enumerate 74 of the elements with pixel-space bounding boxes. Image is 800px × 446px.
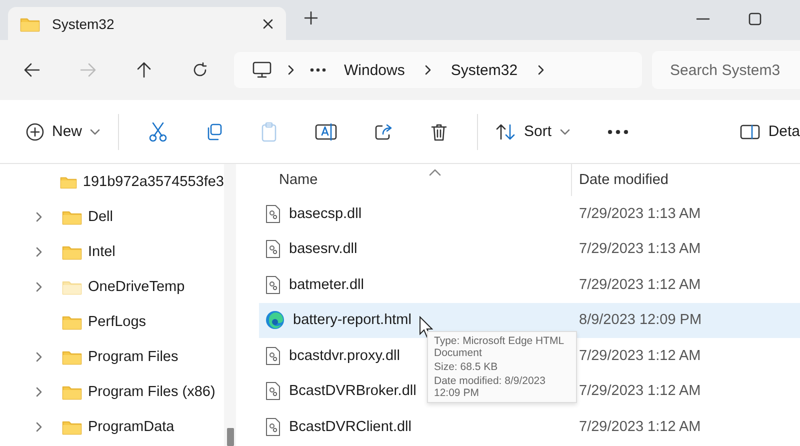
date-cell-text: 7/29/2023 1:13 AM bbox=[578, 206, 701, 222]
copy-icon[interactable] bbox=[205, 122, 224, 140]
date-cell-text: 7/29/2023 1:13 AM bbox=[578, 241, 701, 258]
sort-button[interactable]: Sort bbox=[494, 116, 572, 146]
date-cell-text: 8/9/2023 12:09 PM bbox=[578, 312, 702, 328]
folder-item[interactable]: Program Files bbox=[88, 348, 178, 364]
new-button[interactable]: New bbox=[24, 116, 102, 146]
gear-file-icon bbox=[265, 274, 281, 295]
plus-circle-icon bbox=[26, 122, 44, 140]
column-header[interactable]: Date modified bbox=[579, 172, 668, 188]
window-tab[interactable]: System32 bbox=[8, 7, 286, 40]
folder-item[interactable]: 191b972a3574553fe3 bbox=[82, 174, 224, 190]
sort-caret-icon bbox=[429, 169, 441, 176]
caret-icon bbox=[560, 128, 570, 134]
computer-icon bbox=[252, 61, 272, 79]
folder-item[interactable]: PerfLogs bbox=[88, 314, 146, 330]
more-icon[interactable] bbox=[310, 68, 326, 72]
trash-icon[interactable] bbox=[431, 122, 448, 140]
folder-item[interactable]: OneDriveTemp bbox=[88, 278, 185, 294]
details-pane-icon bbox=[740, 124, 760, 140]
chevron-icon bbox=[286, 64, 296, 76]
folder-icon bbox=[20, 16, 40, 32]
tooltip-text: Size: 68.5 KB bbox=[434, 361, 499, 374]
address-bar[interactable]: Windows System32 bbox=[234, 52, 642, 88]
caret-icon bbox=[90, 128, 100, 134]
date-cell-text: 7/29/2023 1:12 AM bbox=[578, 418, 701, 435]
column-header[interactable]: Name bbox=[279, 172, 318, 188]
tooltip-text: Type: Microsoft Edge HTML Document bbox=[434, 335, 565, 360]
gear-file-icon bbox=[265, 346, 281, 366]
chevron-icon[interactable] bbox=[34, 280, 44, 292]
maximize-icon[interactable] bbox=[748, 12, 762, 26]
more-icon[interactable] bbox=[608, 130, 628, 134]
file-name: BcastDVRClient.dll bbox=[289, 418, 412, 435]
scissors-icon[interactable] bbox=[149, 122, 168, 142]
chevron-icon[interactable] bbox=[34, 350, 44, 362]
file-name: BcastDVRBroker.dll bbox=[289, 383, 416, 400]
scrollbar-thumb[interactable] bbox=[226, 428, 234, 446]
back-arrow-icon[interactable] bbox=[24, 62, 40, 78]
file-name: basecsp.dll bbox=[289, 206, 362, 222]
gear-file-icon bbox=[265, 381, 281, 402]
date-cell-text: 7/29/2023 1:12 AM bbox=[578, 383, 701, 400]
folder-item[interactable]: Intel bbox=[88, 244, 116, 260]
selected-file-row[interactable]: battery-report.html 8/9/2023 12:09 PM bbox=[259, 302, 800, 338]
chevron-icon[interactable] bbox=[34, 246, 44, 258]
chevron-icon[interactable] bbox=[34, 420, 44, 432]
share-icon[interactable] bbox=[375, 122, 394, 140]
close-icon[interactable] bbox=[262, 18, 274, 30]
gear-file-icon bbox=[265, 416, 281, 437]
details-pane-button[interactable]: Deta bbox=[738, 117, 800, 146]
date-cell-text: 7/29/2023 1:12 AM bbox=[578, 348, 701, 364]
date-cell-text: 7/29/2023 1:12 AM bbox=[578, 276, 701, 293]
search-field[interactable]: Search System3 bbox=[652, 51, 800, 89]
folder-item[interactable]: Dell bbox=[88, 208, 113, 224]
file-name: batmeter.dll bbox=[289, 276, 364, 293]
chevron-icon[interactable] bbox=[34, 386, 44, 398]
rename-icon[interactable] bbox=[315, 122, 338, 140]
up-arrow-icon[interactable] bbox=[136, 62, 152, 78]
folder-item[interactable]: ProgramData bbox=[88, 418, 174, 434]
chevron-icon bbox=[422, 64, 433, 76]
plus-icon[interactable] bbox=[304, 11, 318, 25]
file-name: bcastdvr.proxy.dll bbox=[289, 348, 400, 364]
breadcrumb-link[interactable]: System32 bbox=[446, 62, 522, 78]
breadcrumb-link[interactable]: Windows bbox=[340, 62, 409, 78]
refresh-icon[interactable] bbox=[192, 62, 208, 78]
sort-icon bbox=[496, 122, 516, 140]
gear-file-icon bbox=[265, 204, 281, 224]
chevron-icon[interactable] bbox=[34, 210, 44, 222]
chevron-icon bbox=[536, 64, 546, 76]
folder-item[interactable]: Program Files (x86) bbox=[88, 384, 216, 400]
gear-file-icon bbox=[265, 239, 281, 260]
tooltip-text: Date modified: 8/9/2023 12:09 PM bbox=[434, 375, 546, 400]
file-name: battery-report.html bbox=[293, 312, 412, 328]
file-name: basesrv.dll bbox=[289, 241, 358, 258]
edge-browser-icon bbox=[265, 310, 285, 330]
